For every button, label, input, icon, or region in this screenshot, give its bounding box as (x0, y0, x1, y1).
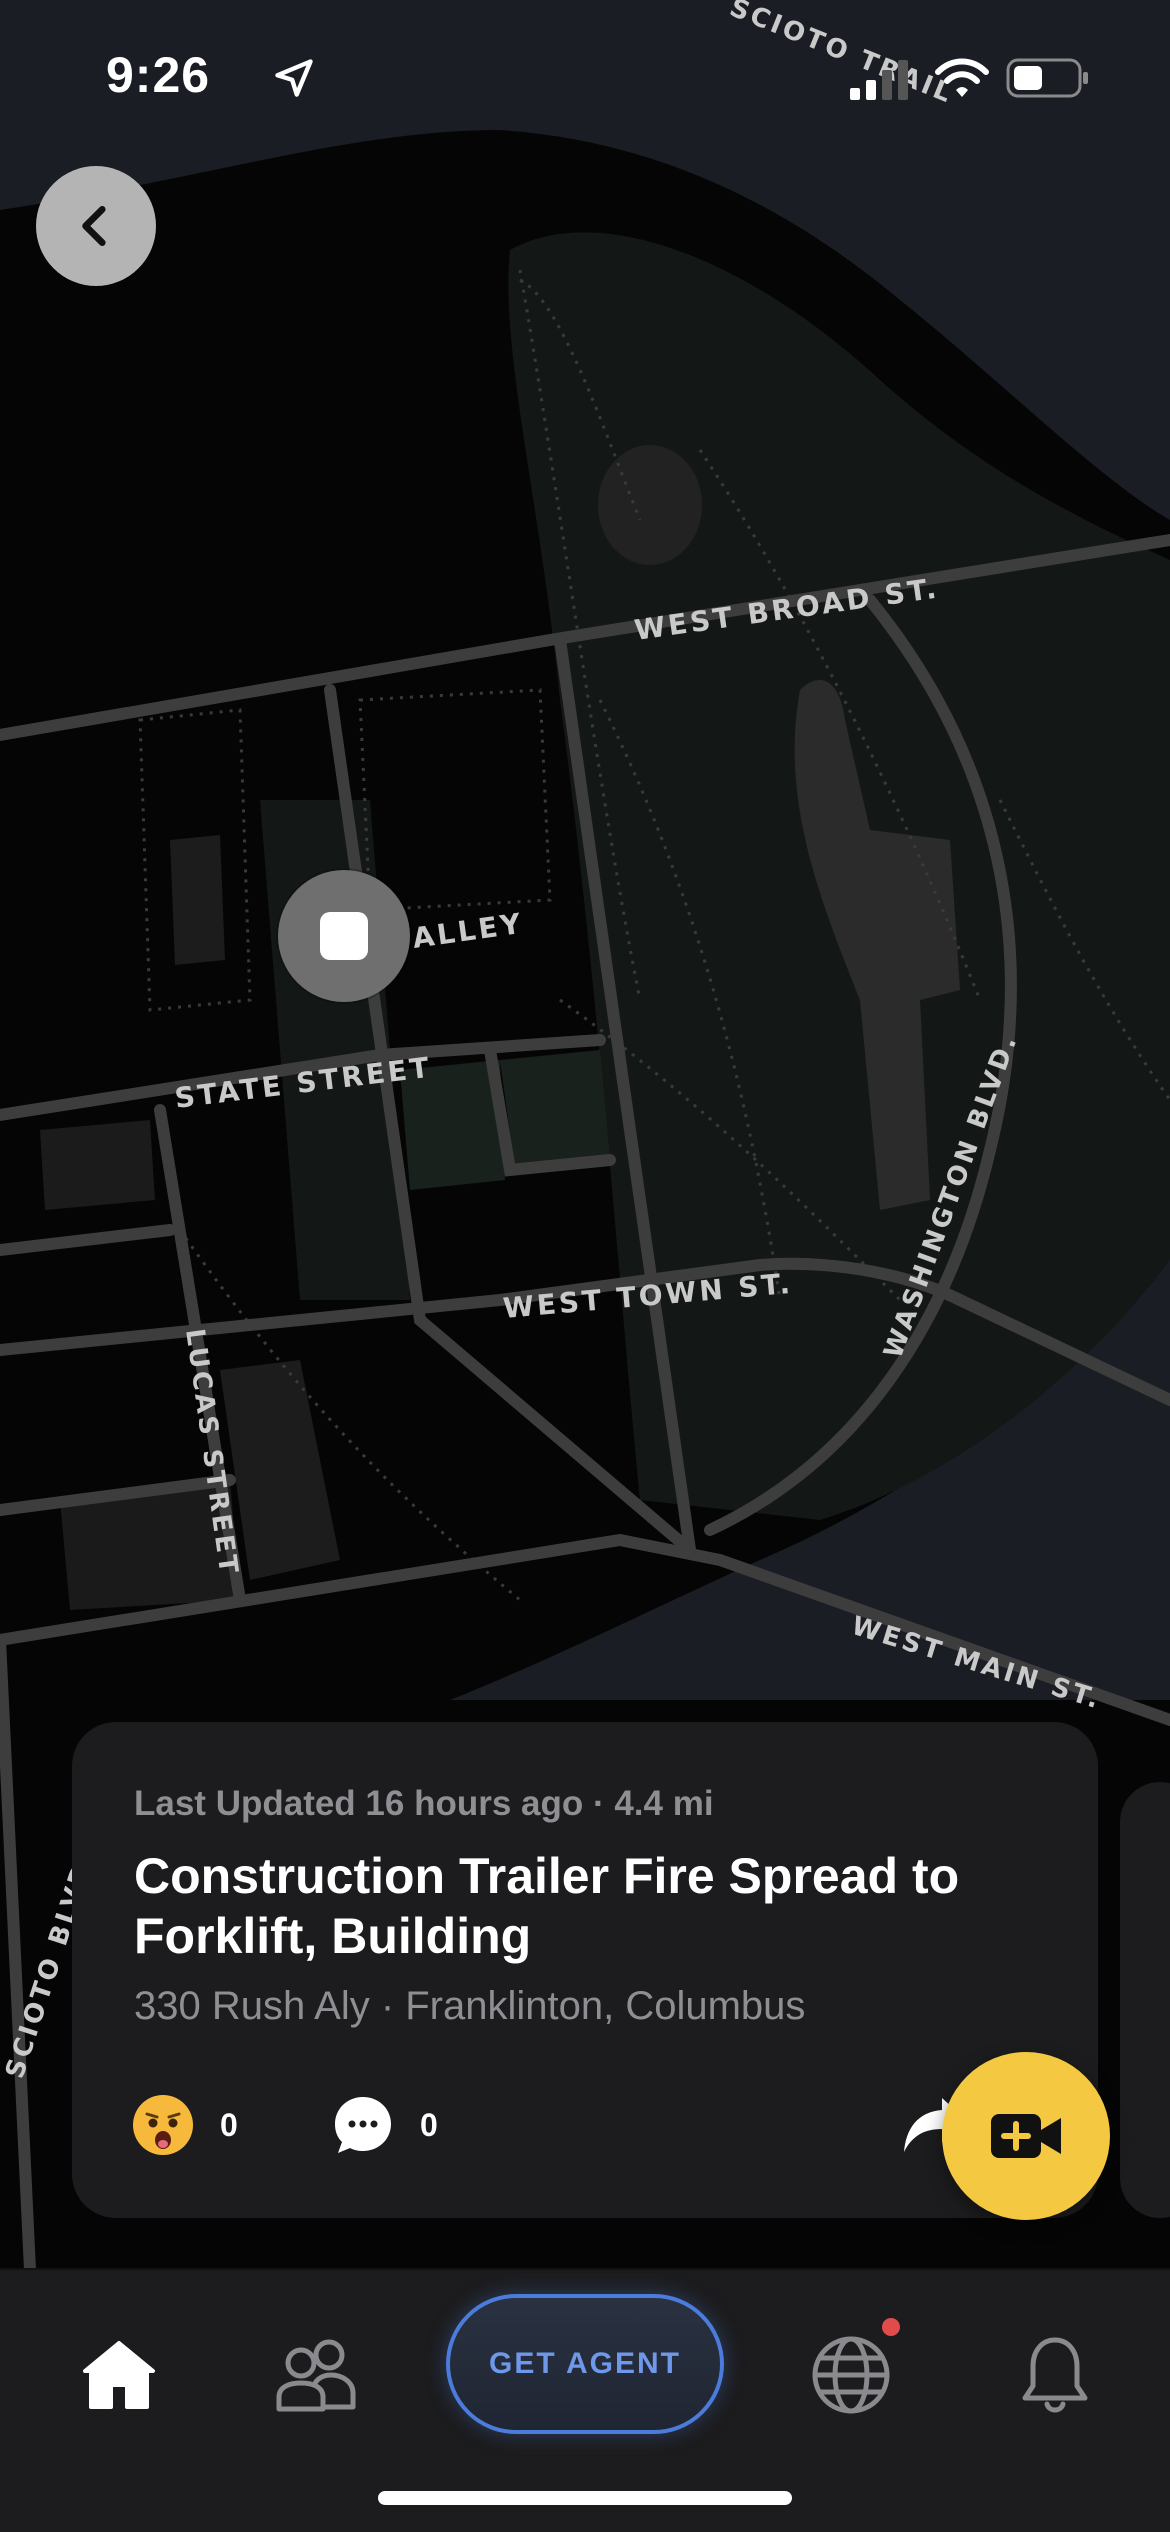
incident-pin[interactable] (278, 870, 410, 1002)
incident-address: 330 Rush Aly · Franklinton, Columbus (134, 1984, 806, 2028)
tab-home[interactable] (74, 2330, 164, 2420)
incident-pin-marker (320, 912, 368, 960)
signal-icon (850, 60, 908, 100)
home-icon (83, 2341, 155, 2409)
shocked-face-icon (133, 2095, 193, 2155)
incident-meta: Last Updated 16 hours ago · 4.4 mi (134, 1784, 714, 1823)
tab-globe[interactable] (806, 2330, 896, 2420)
next-card-peek[interactable] (1120, 1782, 1170, 2218)
back-button[interactable] (36, 166, 156, 286)
status-time: 9:26 (106, 47, 211, 103)
incident-actions: 0 0 S (132, 2094, 1032, 2194)
globe-icon (812, 2336, 890, 2414)
app-screen: WEST BROAD ST. ALLEY STATE STREET WEST T… (0, 0, 1170, 2532)
get-agent-button[interactable]: GET AGENT (446, 2294, 724, 2434)
home-indicator[interactable] (378, 2491, 792, 2505)
tab-people[interactable] (272, 2330, 362, 2420)
status-bar: 9:26 (0, 0, 1170, 150)
people-icon (276, 2339, 356, 2412)
tab-notifications[interactable] (1010, 2330, 1100, 2420)
reaction-button[interactable]: 0 (132, 2094, 238, 2156)
comment-button[interactable]: 0 (332, 2094, 438, 2156)
video-plus-icon (991, 2114, 1061, 2158)
notification-badge (882, 2318, 900, 2336)
incident-title: Construction Trailer Fire Spread to Fork… (134, 1848, 960, 1964)
wifi-icon (935, 58, 989, 97)
comment-bubble-icon (335, 2097, 391, 2153)
reaction-count: 0 (220, 2106, 238, 2143)
record-video-button[interactable] (942, 2052, 1110, 2220)
location-arrow-icon (275, 59, 313, 97)
bell-icon (1022, 2337, 1088, 2413)
comment-count: 0 (420, 2106, 438, 2143)
battery-icon (1006, 58, 1088, 98)
chevron-left-icon (82, 206, 106, 247)
